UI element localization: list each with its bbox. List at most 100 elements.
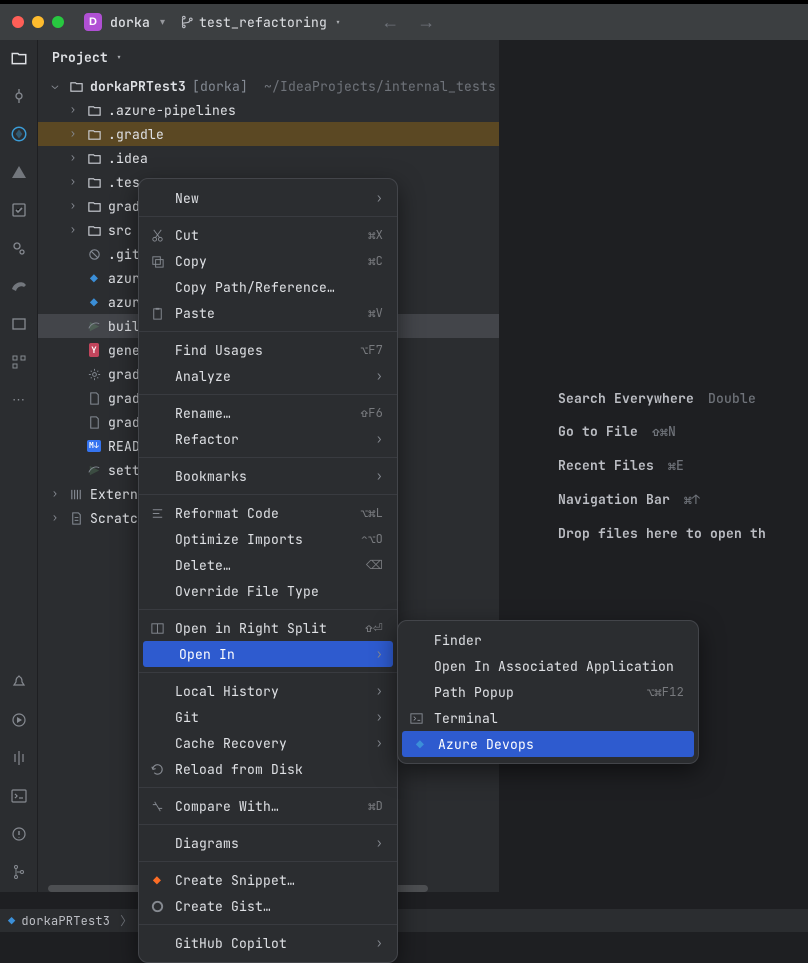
menu-item[interactable]: Rename… ⇧F6 bbox=[139, 400, 397, 426]
menu-item[interactable]: New › bbox=[139, 185, 397, 211]
todo-tool-icon[interactable] bbox=[9, 200, 29, 220]
expander-icon[interactable]: › bbox=[66, 199, 80, 213]
menu-item[interactable]: Diagrams › bbox=[139, 830, 397, 856]
paste-icon bbox=[149, 305, 165, 321]
tree-item[interactable]: › .azure-pipelines bbox=[38, 98, 499, 122]
submenu-arrow-icon: › bbox=[376, 683, 383, 699]
menu-shortcut: ⇧F6 bbox=[361, 405, 383, 421]
menu-item[interactable]: Delete… ⌫ bbox=[139, 552, 397, 578]
tree-item[interactable]: › .idea bbox=[38, 146, 499, 170]
expander-icon[interactable]: › bbox=[66, 103, 80, 117]
more-tools-icon[interactable]: ⋯ bbox=[9, 390, 29, 410]
menu-item[interactable]: Reload from Disk bbox=[139, 756, 397, 782]
tool-icon[interactable] bbox=[9, 748, 29, 768]
blank-icon bbox=[408, 684, 424, 700]
blank-icon bbox=[149, 557, 165, 573]
menu-item[interactable]: Path Popup ⌥⌘F12 bbox=[398, 679, 698, 705]
menu-item[interactable]: Local History › bbox=[139, 678, 397, 704]
menu-item[interactable]: Git › bbox=[139, 704, 397, 730]
maximize-window-icon[interactable] bbox=[52, 16, 64, 28]
submenu-arrow-icon: › bbox=[376, 835, 383, 851]
reformat-icon bbox=[149, 505, 165, 521]
menu-item[interactable]: Finder bbox=[398, 627, 698, 653]
menu-item[interactable]: Refactor › bbox=[139, 426, 397, 452]
tree-label: Extern bbox=[90, 486, 138, 503]
nav-arrows: ← → bbox=[381, 12, 435, 33]
menu-item[interactable]: Bookmarks › bbox=[139, 463, 397, 489]
azure-icon: ◆ bbox=[86, 294, 102, 310]
menu-item[interactable]: Override File Type bbox=[139, 578, 397, 604]
expander-icon[interactable]: › bbox=[66, 223, 80, 237]
tool-icon[interactable] bbox=[9, 314, 29, 334]
expander-icon[interactable]: › bbox=[66, 175, 80, 189]
vcs-icon[interactable] bbox=[9, 862, 29, 882]
notifications-icon[interactable] bbox=[9, 672, 29, 692]
folder-icon bbox=[86, 198, 102, 214]
close-window-icon[interactable] bbox=[12, 16, 24, 28]
tree-label: dorkaPRTest3 bbox=[90, 78, 186, 95]
project-switcher[interactable]: D dorka ▾ bbox=[84, 13, 165, 31]
terminal-icon[interactable] bbox=[9, 786, 29, 806]
breadcrumb-root[interactable]: dorkaPRTest3 bbox=[21, 913, 110, 929]
menu-item[interactable]: Copy ⌘C bbox=[139, 248, 397, 274]
run-icon[interactable] bbox=[9, 710, 29, 730]
tree-root[interactable]: ⌄ dorkaPRTest3 [dorka] ~/IdeaProjects/in… bbox=[38, 74, 499, 98]
expander-icon[interactable]: ⌄ bbox=[48, 79, 62, 93]
menu-item[interactable]: ◆ Azure Devops bbox=[402, 731, 694, 757]
menu-separator bbox=[139, 394, 397, 395]
branch-name: test_refactoring bbox=[199, 14, 327, 31]
expander-icon[interactable]: › bbox=[66, 151, 80, 165]
menu-item[interactable]: Cache Recovery › bbox=[139, 730, 397, 756]
blank-icon bbox=[149, 405, 165, 421]
menu-separator bbox=[139, 609, 397, 610]
menu-separator bbox=[139, 787, 397, 788]
tool-icon[interactable] bbox=[9, 238, 29, 258]
menu-label: Open In bbox=[179, 646, 366, 663]
menu-item[interactable]: Open In Associated Application bbox=[398, 653, 698, 679]
menu-item[interactable]: ◆ Create Snippet… bbox=[139, 867, 397, 893]
expander-icon[interactable]: › bbox=[48, 487, 62, 501]
menu-item[interactable]: GitHub Copilot › bbox=[139, 930, 397, 956]
menu-item[interactable]: Cut ⌘X bbox=[139, 222, 397, 248]
azure-tool-icon[interactable] bbox=[9, 124, 29, 144]
tree-label: .azure-pipelines bbox=[108, 102, 236, 119]
minimize-window-icon[interactable] bbox=[32, 16, 44, 28]
git-branch[interactable]: test_refactoring ▾ bbox=[179, 14, 341, 31]
menu-label: Optimize Imports bbox=[175, 531, 351, 548]
folder-icon bbox=[86, 174, 102, 190]
menu-item[interactable]: Paste ⌘V bbox=[139, 300, 397, 326]
module-icon bbox=[68, 78, 84, 94]
forward-arrow-icon[interactable]: → bbox=[417, 12, 435, 33]
menu-item[interactable]: Reformat Code ⌥⌘L bbox=[139, 500, 397, 526]
tree-label: READ bbox=[108, 438, 140, 455]
menu-item[interactable]: Terminal bbox=[398, 705, 698, 731]
commit-tool-icon[interactable] bbox=[9, 86, 29, 106]
structure-tool-icon[interactable] bbox=[9, 352, 29, 372]
menu-item[interactable]: Find Usages ⌥F7 bbox=[139, 337, 397, 363]
menu-item[interactable]: Open In › bbox=[143, 641, 393, 667]
panel-header[interactable]: Project ▾ bbox=[38, 40, 499, 74]
menu-item[interactable]: Optimize Imports ⌃⌥O bbox=[139, 526, 397, 552]
folder-icon bbox=[86, 222, 102, 238]
expander-icon[interactable]: › bbox=[66, 127, 80, 141]
window-controls bbox=[12, 16, 64, 28]
menu-item[interactable]: Compare With… ⌘D bbox=[139, 793, 397, 819]
project-tool-icon[interactable] bbox=[9, 48, 29, 68]
back-arrow-icon[interactable]: ← bbox=[381, 12, 399, 33]
menu-item[interactable]: Copy Path/Reference… bbox=[139, 274, 397, 300]
menu-item[interactable]: Analyze › bbox=[139, 363, 397, 389]
azure-icon: ◆ bbox=[86, 270, 102, 286]
problems-icon[interactable] bbox=[9, 824, 29, 844]
blank-icon bbox=[149, 683, 165, 699]
welcome-line: Drop files here to open th bbox=[558, 517, 780, 551]
menu-item[interactable]: Create Gist… bbox=[139, 893, 397, 919]
menu-label: Diagrams bbox=[175, 835, 366, 852]
menu-label: Terminal bbox=[434, 710, 684, 727]
menu-item[interactable]: Open in Right Split ⇧⏎ bbox=[139, 615, 397, 641]
tool-icon[interactable] bbox=[9, 162, 29, 182]
tree-item[interactable]: › .gradle bbox=[38, 122, 499, 146]
gradle-tool-icon[interactable] bbox=[9, 276, 29, 296]
menu-label: Analyze bbox=[175, 368, 366, 385]
submenu-arrow-icon: › bbox=[376, 646, 383, 662]
expander-icon[interactable]: › bbox=[48, 511, 62, 525]
